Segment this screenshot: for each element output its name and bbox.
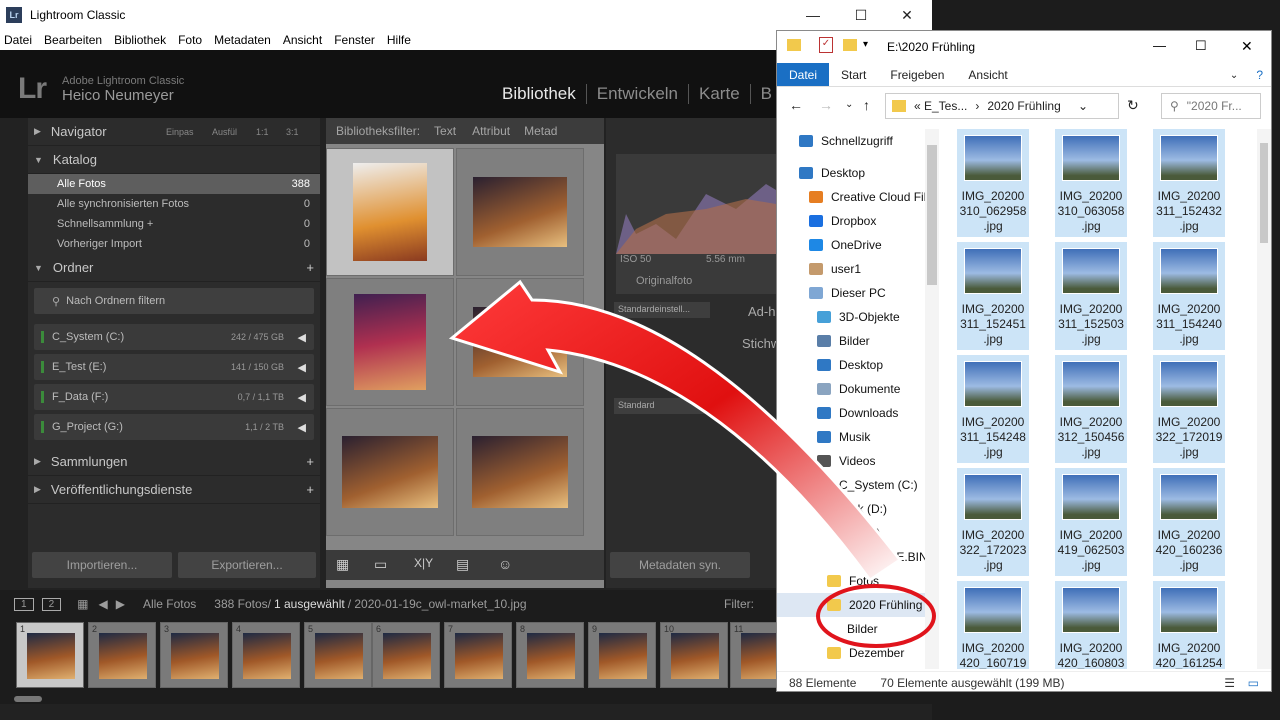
red-circle-annotation — [816, 584, 936, 648]
annotation-overlay — [448, 279, 936, 648]
red-arrow-annotation — [448, 279, 903, 583]
